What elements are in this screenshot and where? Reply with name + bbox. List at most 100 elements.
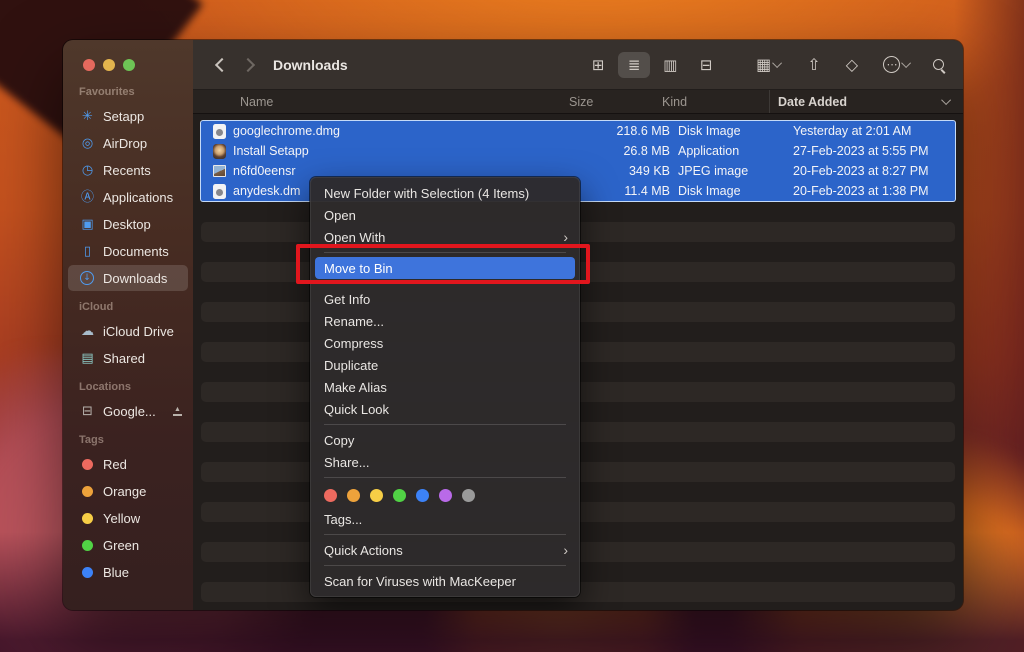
file-kind-cell: JPEG image [670, 164, 785, 178]
document-icon: ▯ [79, 245, 96, 258]
gallery-view-button[interactable]: ⊟ [690, 52, 722, 78]
file-row-install-setapp[interactable]: Install Setapp26.8 MBApplication27-Feb-2… [201, 141, 955, 161]
tag-dot-orange[interactable] [347, 489, 360, 502]
sidebar-item-downloads[interactable]: ↓Downloads [68, 265, 188, 291]
sort-direction-icon[interactable] [939, 98, 955, 105]
list-view-icon: ≣ [628, 56, 641, 74]
menu-item-rename[interactable]: Rename... [310, 310, 580, 332]
file-size-cell: 349 KB [570, 164, 670, 178]
tag-dot-purple[interactable] [439, 489, 452, 502]
menu-item-scan-for-viruses-with-mackeeper[interactable]: Scan for Viruses with MacKeeper [310, 570, 580, 592]
menu-item-move-to-bin[interactable]: Move to Bin [315, 257, 575, 279]
file-date-cell: Yesterday at 2:01 AM [785, 124, 955, 138]
menu-item-tags[interactable]: Tags... [310, 508, 580, 530]
sidebar-item-red[interactable]: Red [68, 451, 188, 477]
chevron-down-icon [772, 58, 782, 68]
applications-icon: Ⓐ [79, 191, 96, 204]
tag-dot-blue[interactable] [416, 489, 429, 502]
sidebar-item-orange[interactable]: Orange [68, 478, 188, 504]
column-view-button[interactable]: ▥ [654, 52, 686, 78]
sidebar-item-blue[interactable]: Blue [68, 559, 188, 585]
finder-sidebar: Favourites✳Setapp◎AirDrop◷RecentsⒶApplic… [63, 40, 193, 610]
file-date-cell: 27-Feb-2023 at 5:55 PM [785, 144, 955, 158]
share-button[interactable]: ⇧ [807, 55, 820, 74]
column-header-size[interactable]: Size [554, 95, 654, 109]
setapp-icon: ✳ [79, 110, 96, 123]
menu-separator [324, 424, 566, 425]
tag-dot-green[interactable] [393, 489, 406, 502]
chevron-down-icon [941, 95, 951, 105]
tag-dot-grey[interactable] [462, 489, 475, 502]
menu-separator [324, 534, 566, 535]
tag-dot-red[interactable] [324, 489, 337, 502]
menu-item-share[interactable]: Share... [310, 451, 580, 473]
icloud-cloud-icon: ☁ [79, 325, 96, 338]
list-view-button[interactable]: ≣ [618, 52, 650, 78]
menu-tag-colors [310, 482, 580, 508]
file-name-label: anydesk.dm [233, 184, 300, 198]
close-button[interactable] [83, 59, 95, 71]
more-button[interactable]: ⋯ [883, 56, 911, 73]
share-icon: ⇧ [807, 55, 820, 74]
menu-item-duplicate[interactable]: Duplicate [310, 354, 580, 376]
disk-image-icon [213, 124, 226, 139]
menu-item-compress[interactable]: Compress [310, 332, 580, 354]
submenu-arrow-icon: › [563, 542, 568, 558]
file-row-googlechrome-dmg[interactable]: googlechrome.dmg218.6 MBDisk ImageYester… [201, 121, 955, 141]
window-title: Downloads [273, 57, 348, 73]
submenu-arrow-icon: › [563, 229, 568, 245]
sidebar-item-airdrop[interactable]: ◎AirDrop [68, 130, 188, 156]
sidebar-item-label: Applications [103, 190, 173, 205]
menu-item-quick-actions[interactable]: Quick Actions› [310, 539, 580, 561]
menu-item-open[interactable]: Open [310, 204, 580, 226]
tag-icon: ◇ [846, 55, 858, 74]
menu-item-label: Scan for Viruses with MacKeeper [324, 574, 516, 589]
group-by-icon: ▦ [756, 55, 771, 74]
menu-separator [324, 252, 566, 253]
column-header-name[interactable]: Name [201, 95, 554, 109]
file-size-cell: 11.4 MB [570, 184, 670, 198]
sidebar-item-recents[interactable]: ◷Recents [68, 157, 188, 183]
sidebar-item-documents[interactable]: ▯ Documents [68, 238, 188, 264]
sidebar-item-yellow[interactable]: Yellow [68, 505, 188, 531]
sidebar-item-label: Blue [103, 565, 129, 580]
context-menu: New Folder with Selection (4 Items)OpenO… [310, 177, 580, 597]
sidebar-section-locations: Locations [68, 381, 188, 397]
menu-item-open-with[interactable]: Open With› [310, 226, 580, 248]
search-icon[interactable] [933, 59, 945, 71]
file-kind-cell: Disk Image [670, 124, 785, 138]
file-name-label: Install Setapp [233, 144, 309, 158]
eject-icon[interactable]: ▲ [173, 406, 182, 416]
sidebar-item-icloud-drive[interactable]: ☁iCloud Drive [68, 318, 188, 344]
icon-view-button[interactable]: ⊞ [582, 52, 614, 78]
sidebar-item-label: Desktop [103, 217, 151, 232]
sidebar-item-desktop[interactable]: ▣Desktop [68, 211, 188, 237]
sidebar-item-setapp[interactable]: ✳Setapp [68, 103, 188, 129]
sidebar-item-label: Documents [103, 244, 169, 259]
forward-button[interactable] [235, 52, 261, 78]
back-button[interactable] [209, 52, 235, 78]
tag-button[interactable]: ◇ [846, 55, 858, 74]
menu-item-label: Move to Bin [324, 261, 393, 276]
sidebar-item-green[interactable]: Green [68, 532, 188, 558]
sidebar-item-shared[interactable]: ▤Shared [68, 345, 188, 371]
file-size-cell: 26.8 MB [570, 144, 670, 158]
zoom-button[interactable] [123, 59, 135, 71]
group-by-button[interactable]: ▦ [756, 55, 782, 74]
sidebar-section-icloud: iCloud [68, 301, 188, 317]
menu-item-quick-look[interactable]: Quick Look [310, 398, 580, 420]
application-icon [213, 144, 226, 159]
minimize-button[interactable] [103, 59, 115, 71]
menu-separator [324, 283, 566, 284]
menu-item-new-folder-with-selection-4-items[interactable]: New Folder with Selection (4 Items) [310, 182, 580, 204]
column-header-date-added[interactable]: Date Added [769, 90, 939, 113]
menu-item-label: Share... [324, 455, 370, 470]
menu-item-make-alias[interactable]: Make Alias [310, 376, 580, 398]
menu-item-copy[interactable]: Copy [310, 429, 580, 451]
column-header-kind[interactable]: Kind [654, 95, 769, 109]
sidebar-item-google[interactable]: ⊟Google...▲ [68, 398, 188, 424]
menu-item-get-info[interactable]: Get Info [310, 288, 580, 310]
tag-dot-yellow[interactable] [370, 489, 383, 502]
sidebar-item-applications[interactable]: Ⓐ Applications [68, 184, 188, 210]
more-icon: ⋯ [883, 56, 900, 73]
